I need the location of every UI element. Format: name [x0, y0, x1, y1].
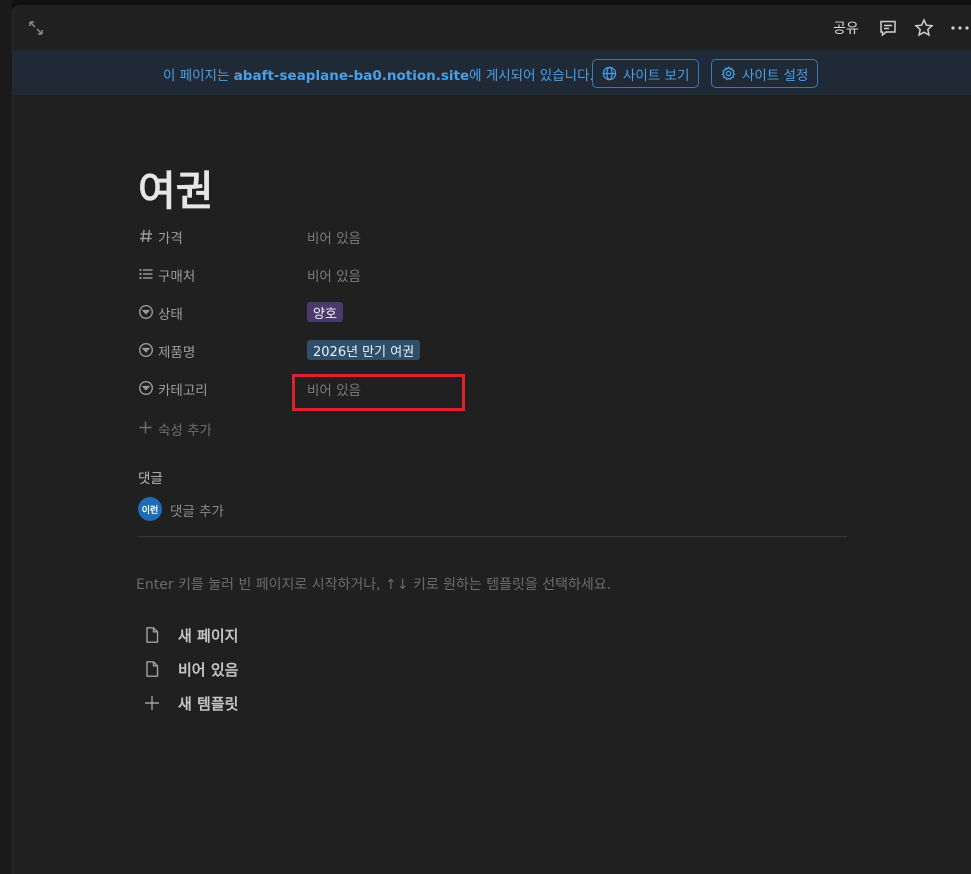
add-comment-input[interactable]: 댓글 추가: [170, 500, 224, 520]
property-label: 가격: [158, 231, 183, 247]
plus-icon: [143, 694, 161, 712]
highlight-box: [292, 374, 465, 411]
product-name-tag[interactable]: 2026년 만기 여권: [307, 340, 421, 360]
page-peek-panel: 공유 이 페이지는 abaft-seaplane-ba0.notion.site…: [12, 5, 971, 874]
expand-icon[interactable]: [27, 19, 45, 37]
topbar: 공유: [13, 5, 971, 50]
property-label: 상태: [158, 307, 183, 323]
avatar: 이런: [138, 497, 162, 521]
page-icon: [143, 660, 161, 678]
site-url[interactable]: abaft-seaplane-ba0.notion.site: [234, 68, 469, 84]
comment-icon[interactable]: [878, 18, 898, 38]
property-row-status[interactable]: 상태 양호: [138, 298, 858, 326]
select-icon: [138, 380, 154, 396]
hash-icon: [138, 228, 154, 244]
share-button[interactable]: 공유: [833, 18, 859, 38]
plus-icon: [138, 420, 153, 435]
property-row-store[interactable]: 구매처 비어 있음: [138, 260, 858, 288]
property-value[interactable]: 비어 있음: [307, 227, 361, 247]
list-icon: [138, 266, 154, 282]
status-tag[interactable]: 양호: [307, 302, 343, 322]
published-site-banner: 이 페이지는 abaft-seaplane-ba0.notion.site에 게…: [13, 50, 971, 95]
divider: [138, 536, 847, 537]
more-icon[interactable]: [950, 18, 970, 38]
template-hint: Enter 키를 눌러 빈 페이지로 시작하거나, ↑↓ 키로 원하는 템플릿을…: [136, 577, 612, 593]
property-label: 구매처: [158, 269, 196, 285]
property-label: 카테고리: [158, 383, 208, 399]
property-label: 제품명: [158, 345, 196, 361]
published-notice: 이 페이지는 abaft-seaplane-ba0.notion.site에 게…: [163, 68, 594, 84]
background-app-strip: [0, 0, 12, 874]
view-site-button[interactable]: 사이트 보기: [592, 59, 700, 88]
select-icon: [138, 342, 154, 358]
select-icon: [138, 304, 154, 320]
site-settings-button[interactable]: 사이트 설정: [711, 59, 819, 88]
property-row-product-name[interactable]: 제품명 2026년 만기 여권: [138, 336, 858, 364]
globe-icon: [602, 66, 617, 81]
property-row-category[interactable]: 카테고리 비어 있음: [138, 374, 858, 402]
property-row-price[interactable]: 가격 비어 있음: [138, 222, 858, 250]
gear-icon: [721, 66, 736, 81]
comments-heading: 댓글: [138, 471, 163, 487]
property-value[interactable]: 비어 있음: [307, 265, 361, 285]
star-icon[interactable]: [914, 18, 934, 38]
page-icon: [143, 626, 161, 644]
page-title[interactable]: 여권: [138, 157, 213, 217]
